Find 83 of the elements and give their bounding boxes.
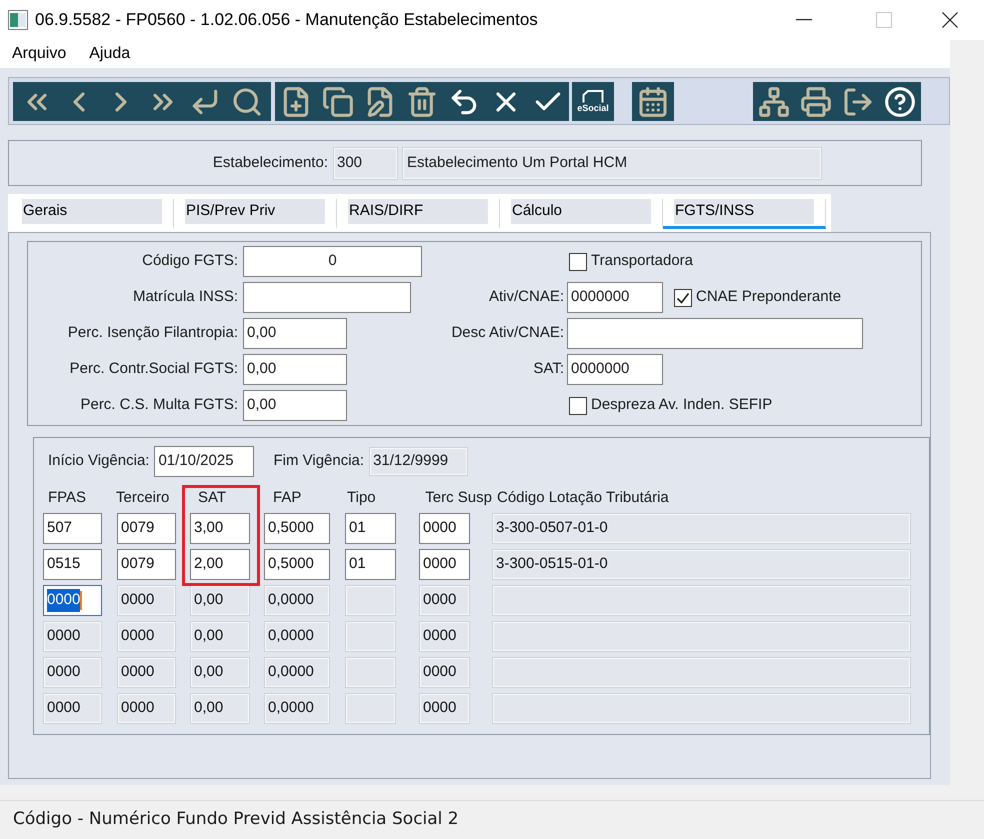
column-header: SAT [198,488,228,508]
field-label: Perc. Contr.Social FGTS: [70,359,238,380]
field-label: Código FGTS: [142,251,238,272]
input-field[interactable]: 01 [345,513,396,544]
readonly-field: 0,0000 [264,621,330,652]
input-field[interactable]: 0000000 [567,282,663,313]
readonly-field: 0000 [117,693,176,724]
readonly-field: 0,00 [190,585,250,616]
readonly-field: 0,00 [190,621,250,652]
field-label: SAT: [533,359,564,380]
column-header: FAP [273,488,302,508]
column-header: Código Lotação Tributária [497,488,670,508]
input-field[interactable]: 2,00 [190,549,250,580]
checkbox[interactable] [674,288,692,306]
input-field[interactable]: 0079 [117,513,176,544]
input-field[interactable]: 0,5000 [264,549,330,580]
calendar-button[interactable] [632,82,674,121]
input-field[interactable]: 0079 [117,549,176,580]
menu-item[interactable]: Arquivo [6,42,72,66]
readonly-field: 3-300-0507-01-0 [492,513,911,544]
readonly-field: 0000 [43,657,102,688]
field-label: Matrícula INSS: [132,287,238,308]
input-field[interactable]: 507 [43,513,102,544]
readonly-field: 0,0000 [264,657,330,688]
check-icon [676,290,690,304]
column-header: Terceiro [116,488,170,508]
text-cursor [80,591,82,610]
readonly-field [345,621,396,652]
readonly-field: 3-300-0515-01-0 [492,549,911,580]
readonly-field: 0000 [419,621,470,652]
checkbox[interactable] [569,396,587,414]
checkbox-label[interactable]: Despreza Av. Inden. SEFIP [591,394,772,417]
checkbox-label[interactable]: Transportadora [591,250,693,273]
readonly-field: 0,0000 [264,585,330,616]
field-label: Estabelecimento: [212,152,328,173]
readonly-field: 31/12/9999 [369,447,468,476]
field-label: Perc. C.S. Multa FGTS: [80,395,238,416]
readonly-field [345,657,396,688]
readonly-field: 0000 [419,657,470,688]
input-field[interactable]: 0000 [419,549,470,580]
readonly-field: 0000 [419,693,470,724]
readonly-field: 0000 [419,585,470,616]
readonly-field [345,585,396,616]
checkbox[interactable] [569,252,587,270]
readonly-field: 0,00 [190,657,250,688]
readonly-field: 0000 [43,621,102,652]
esocial-button[interactable]: eSocial [572,82,614,121]
input-field[interactable]: 0,00 [243,318,347,349]
readonly-field: 300 [333,146,398,180]
app-icon [8,10,28,30]
input-field[interactable]: 3,00 [190,513,250,544]
input-field[interactable]: 01 [345,549,396,580]
field-label: Desc Ativ/CNAE: [451,323,564,344]
readonly-field: 0000 [117,585,176,616]
readonly-field: 0,00 [190,693,250,724]
field-label: Perc. Isenção Filantropia: [68,323,238,344]
input-field[interactable] [243,282,411,313]
input-field[interactable]: 0000 [419,513,470,544]
input-field[interactable]: 0515 [43,549,102,580]
input-field[interactable]: 0 [243,246,422,277]
input-field[interactable]: 0000000 [567,354,663,385]
input-field[interactable]: 0,00 [243,390,347,421]
column-header: FPAS [48,488,88,508]
column-header: Terc Susp [425,488,492,508]
readonly-field [345,693,396,724]
status-text: Código - Numérico Fundo Previd Assistência Social 2 [13,808,459,832]
menu-item[interactable]: Ajuda [83,42,136,66]
readonly-field: Estabelecimento Um Portal HCM [402,146,822,180]
input-field[interactable] [567,318,863,349]
input-field[interactable]: 0,00 [243,354,347,385]
input-field[interactable]: 0000 [43,585,102,616]
readonly-field: 0000 [117,621,176,652]
field-label: Fim Vigência: [273,451,364,472]
window-title: 06.9.5582 - FP0560 - 1.02.06.056 - Manutenção Estabelecimentos [35,9,538,32]
column-header: Tipo [347,488,377,508]
readonly-field: 0000 [43,693,102,724]
readonly-field: 0000 [117,657,176,688]
field-label: Início Vigência: [48,451,150,472]
field-label: Ativ/CNAE: [488,287,564,308]
checkbox-label[interactable]: CNAE Preponderante [696,286,842,309]
readonly-field: 0,0000 [264,693,330,724]
date-field[interactable]: 01/10/2025 [154,446,254,477]
input-field[interactable]: 0,5000 [264,513,330,544]
